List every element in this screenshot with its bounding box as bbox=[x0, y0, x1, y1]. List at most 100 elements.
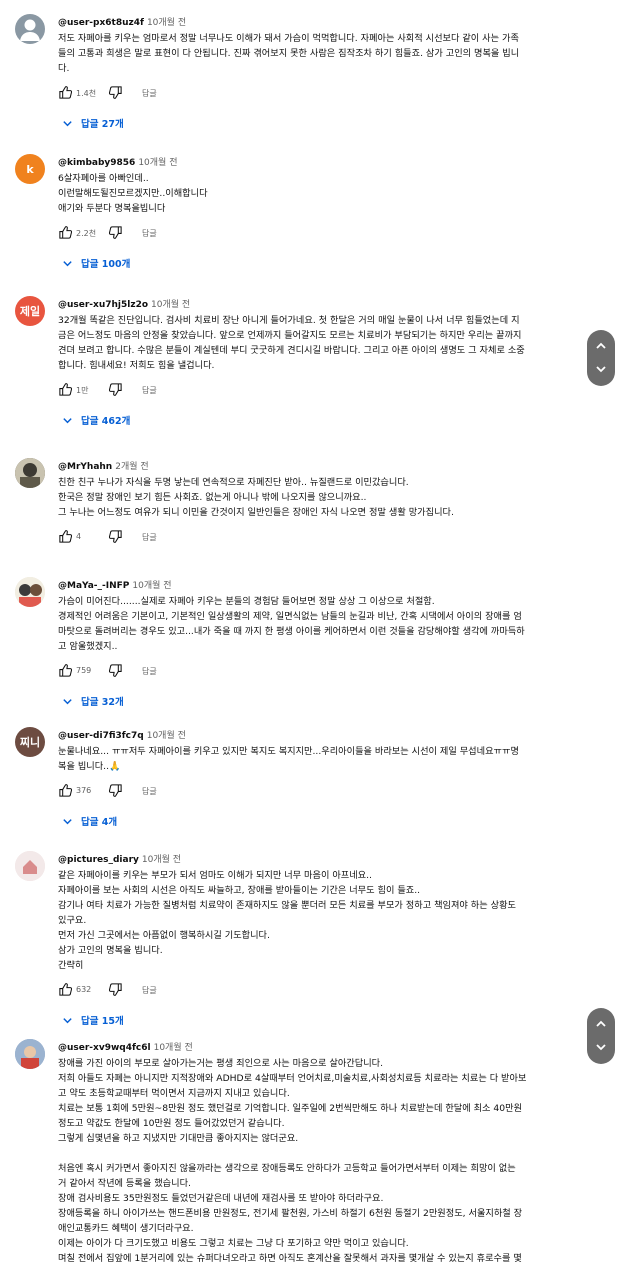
comment-text: 32개월 똑같은 진단입니다. 검사비 치료비 장난 아니게 들어가네요. 첫 … bbox=[58, 313, 618, 373]
chevron-down-icon bbox=[63, 698, 72, 704]
comment-line: 자폐아이를 보는 사회의 시선은 아직도 싸늘하고, 장애를 받아들이는 기간은… bbox=[58, 885, 421, 896]
reply-button[interactable]: 답글 bbox=[142, 385, 157, 396]
dislike-button[interactable] bbox=[108, 783, 123, 800]
thumb-up-icon[interactable] bbox=[58, 783, 73, 798]
avatar[interactable] bbox=[15, 851, 45, 881]
scroll-buttons-upper[interactable] bbox=[587, 330, 615, 386]
thumb-up-icon[interactable] bbox=[58, 663, 73, 678]
comment-author[interactable]: @MaYa-_-INFP bbox=[58, 581, 129, 591]
thumb-up-icon[interactable] bbox=[58, 529, 73, 544]
comment-header: @user-xv9wq4fc6l 10개월 전 bbox=[58, 1040, 193, 1053]
like-button[interactable] bbox=[58, 529, 73, 546]
avatar[interactable] bbox=[15, 577, 45, 607]
comment-actions: 759 답글 bbox=[58, 663, 258, 679]
comment-time[interactable]: 10개월 전 bbox=[151, 300, 190, 310]
like-count: 1만 bbox=[76, 386, 89, 395]
comment-time[interactable]: 10개월 전 bbox=[154, 1043, 193, 1053]
dislike-button[interactable] bbox=[108, 663, 123, 680]
replies-toggle[interactable]: 답글 100개 bbox=[62, 255, 130, 271]
like-button[interactable] bbox=[58, 225, 73, 242]
reply-button[interactable]: 답글 bbox=[142, 666, 157, 677]
comment-author[interactable]: @user-px6t8uz4f bbox=[58, 18, 144, 28]
dislike-button[interactable] bbox=[108, 85, 123, 102]
comment-time[interactable]: 10개월 전 bbox=[147, 731, 186, 741]
comment-line: 마탓으로 돌려버리는 경우도 있고...내가 죽을 때 까지 한 평생 아이를 … bbox=[58, 626, 525, 637]
comment-header: @MaYa-_-INFP 10개월 전 bbox=[58, 578, 172, 591]
chevron-down-icon[interactable] bbox=[595, 1041, 607, 1053]
reply-button[interactable]: 답글 bbox=[142, 228, 157, 239]
like-button[interactable] bbox=[58, 663, 73, 680]
thumb-down-icon[interactable] bbox=[108, 225, 123, 240]
thumb-up-icon[interactable] bbox=[58, 225, 73, 240]
avatar[interactable] bbox=[15, 14, 45, 44]
comment-line: 이런말해도될진모르겠지만..이해합니다 bbox=[58, 188, 208, 199]
reply-button[interactable]: 답글 bbox=[142, 786, 157, 797]
avatar[interactable]: k bbox=[15, 154, 45, 184]
comment-line: 한국은 정말 장애인 보기 힘든 사회죠. 없는게 아니나 밖에 나오지를 않으… bbox=[58, 492, 367, 503]
comment-line: 장애 검사비용도 35만원정도 들었던거같은데 내년에 재검사를 또 받아야 하… bbox=[58, 1193, 384, 1204]
comment-author[interactable]: @kimbaby9856 bbox=[58, 158, 135, 168]
chevron-up-icon[interactable] bbox=[595, 340, 607, 352]
chevron-down-icon bbox=[63, 120, 72, 126]
thumb-down-icon[interactable] bbox=[108, 982, 123, 997]
replies-toggle[interactable]: 답글 4개 bbox=[62, 813, 117, 829]
avatar[interactable] bbox=[15, 458, 45, 488]
comment-line: 감기나 여타 치료가 가능한 질병처럼 치료약이 존재하지도 않을 뿐더러 모든… bbox=[58, 900, 516, 911]
comment-author[interactable]: @MrYhahn bbox=[58, 462, 112, 472]
avatar[interactable] bbox=[15, 1039, 45, 1069]
comment-time[interactable]: 10개월 전 bbox=[132, 581, 171, 591]
comment-line: 애기와 두분다 명복을빕니다 bbox=[58, 203, 166, 214]
chevron-down-icon[interactable] bbox=[595, 363, 607, 375]
comment-author[interactable]: @user-di7fi3fc7q bbox=[58, 731, 144, 741]
comment-time[interactable]: 10개월 전 bbox=[142, 855, 181, 865]
replies-toggle[interactable]: 답글 32개 bbox=[62, 693, 124, 709]
like-button[interactable] bbox=[58, 783, 73, 800]
comment-header: @pictures_diary 10개월 전 bbox=[58, 852, 181, 865]
dislike-button[interactable] bbox=[108, 225, 123, 242]
comment-time[interactable]: 10개월 전 bbox=[138, 158, 177, 168]
comment-time[interactable]: 2개월 전 bbox=[115, 462, 148, 472]
dislike-button[interactable] bbox=[108, 529, 123, 546]
like-button[interactable] bbox=[58, 982, 73, 999]
thumb-down-icon[interactable] bbox=[108, 663, 123, 678]
comment-time[interactable]: 10개월 전 bbox=[147, 18, 186, 28]
thumb-up-icon[interactable] bbox=[58, 982, 73, 997]
comment-line: 며칠 전에서 집앞에 1분거리에 있는 슈퍼다녀오라고 하면 아직도 혼계산을 … bbox=[58, 1253, 522, 1264]
comment-line: 경제적인 어려움은 기본이고, 기본적인 일상생활의 제약, 일면식없는 남들의… bbox=[58, 611, 522, 622]
thumb-down-icon[interactable] bbox=[108, 783, 123, 798]
comment-author[interactable]: @user-xv9wq4fc6l bbox=[58, 1043, 151, 1053]
replies-count: 답글 462개 bbox=[81, 416, 131, 427]
comment-author[interactable]: @user-xu7hj5lz2o bbox=[58, 300, 148, 310]
scroll-buttons-lower[interactable] bbox=[587, 1008, 615, 1064]
reply-button[interactable]: 답글 bbox=[142, 532, 157, 543]
thumb-down-icon[interactable] bbox=[108, 85, 123, 100]
comment-author[interactable]: @pictures_diary bbox=[58, 855, 139, 865]
dislike-button[interactable] bbox=[108, 982, 123, 999]
thumb-up-icon[interactable] bbox=[58, 85, 73, 100]
like-button[interactable] bbox=[58, 382, 73, 399]
chevron-down-icon bbox=[63, 818, 72, 824]
avatar[interactable]: 찌니 bbox=[15, 727, 45, 757]
comment-line: 눈물나네요... ㅠㅠ저두 자폐아이를 키우고 있지만 복지도 복지지만...우… bbox=[58, 746, 519, 757]
replies-count: 답글 100개 bbox=[81, 259, 131, 270]
comment-actions: 632 답글 bbox=[58, 982, 258, 998]
thumb-up-icon[interactable] bbox=[58, 382, 73, 397]
avatar[interactable]: 제일 bbox=[15, 296, 45, 326]
comment-actions: 2.2천 답글 bbox=[58, 225, 258, 241]
like-count: 2.2천 bbox=[76, 229, 97, 238]
replies-toggle[interactable]: 답글 462개 bbox=[62, 412, 130, 428]
chevron-up-icon[interactable] bbox=[595, 1018, 607, 1030]
replies-toggle[interactable]: 답글 15개 bbox=[62, 1012, 124, 1028]
reply-button[interactable]: 답글 bbox=[142, 985, 157, 996]
chevron-down-icon bbox=[63, 260, 72, 266]
comment-line: 견뎌 보려고 합니다. 수많은 분들이 계실텐데 부디 굿굿하게 견디시길 바랍… bbox=[58, 345, 525, 356]
reply-button[interactable]: 답글 bbox=[142, 88, 157, 99]
replies-count: 답글 4개 bbox=[81, 817, 118, 828]
dislike-button[interactable] bbox=[108, 382, 123, 399]
comment-line: 삼가 고인의 명복을 빕니다. bbox=[58, 945, 163, 956]
thumb-down-icon[interactable] bbox=[108, 382, 123, 397]
replies-toggle[interactable]: 답글 27개 bbox=[62, 115, 124, 131]
like-button[interactable] bbox=[58, 85, 73, 102]
thumb-down-icon[interactable] bbox=[108, 529, 123, 544]
comment-text: 친한 친구 누나가 자식을 두명 낳는데 연속적으로 자폐진단 받아.. 뉴질랜… bbox=[58, 475, 618, 520]
